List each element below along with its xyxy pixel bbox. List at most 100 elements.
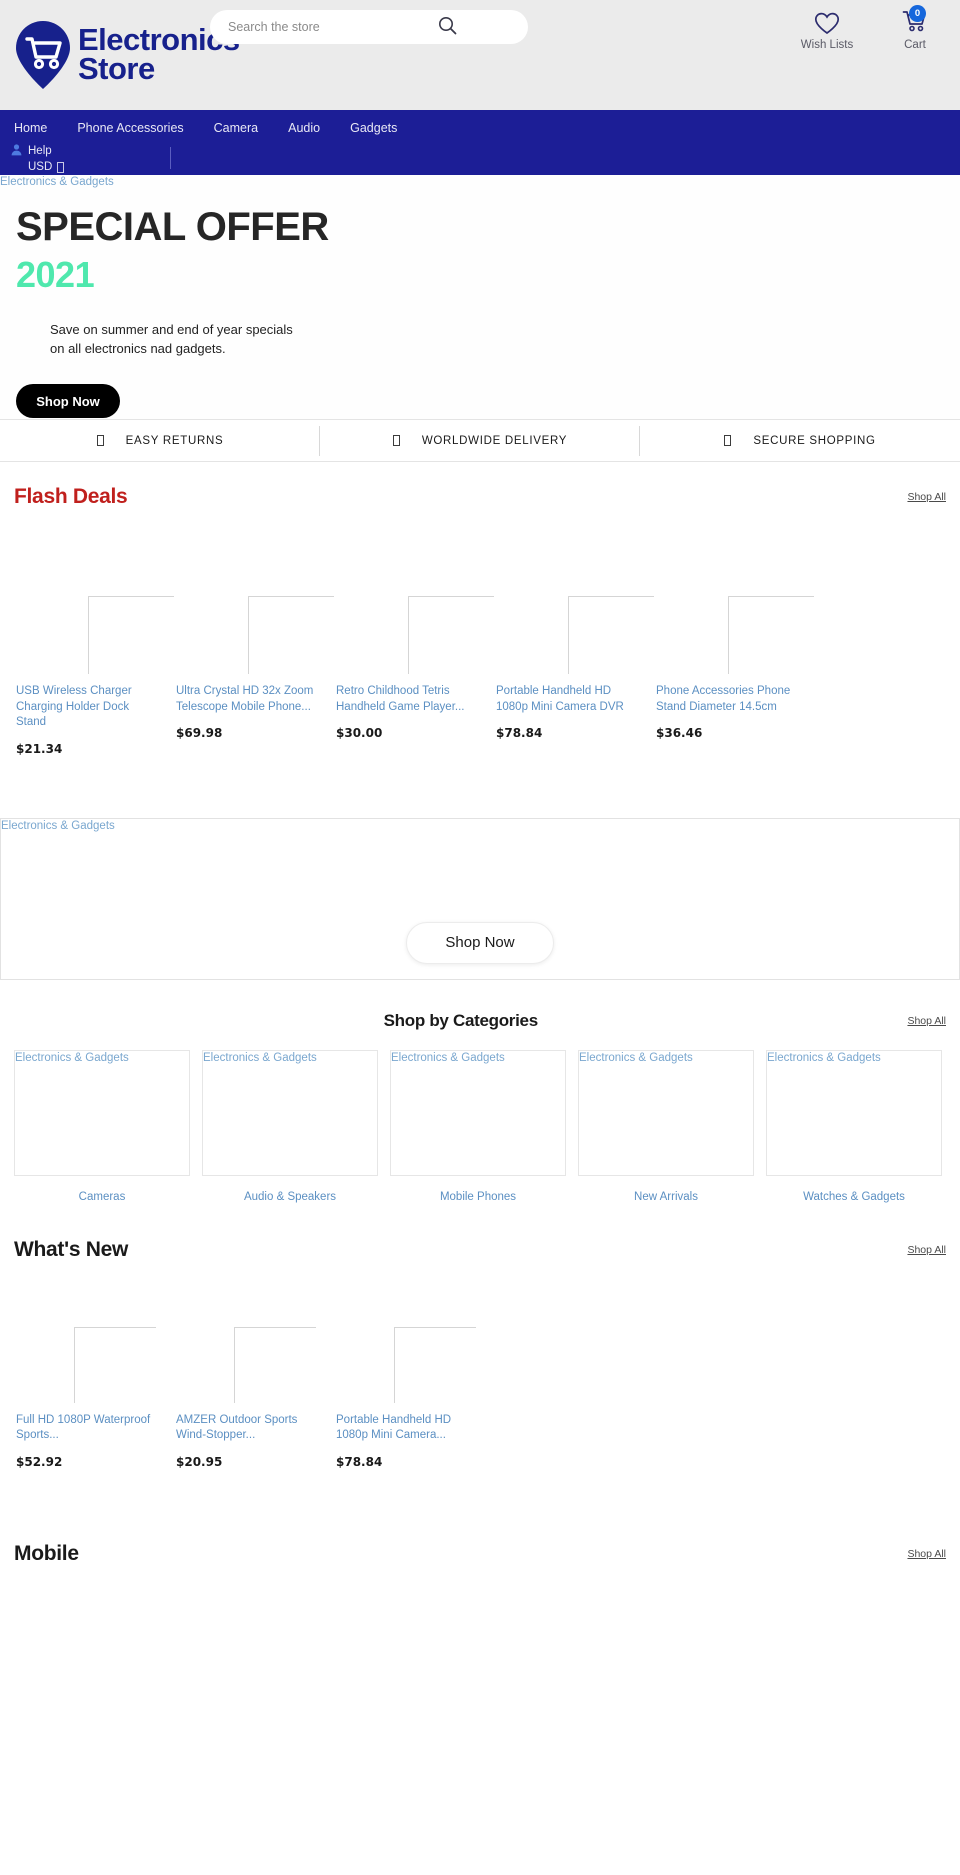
feature-secure-shopping: SECURE SHOPPING <box>640 420 960 462</box>
promo-banner: Electronics & Gadgets Shop Now <box>0 817 960 980</box>
product-card[interactable]: Full HD 1080P Waterproof Sports... $52.9… <box>8 1285 166 1469</box>
currency-label: USD <box>28 161 53 173</box>
hero-subtitle-line-1: Save on summer and end of year specials <box>50 322 293 337</box>
category-card[interactable]: Electronics & Gadgets Audio & Speakers <box>196 1049 384 1203</box>
product-price: $69.98 <box>176 726 223 740</box>
mobile-shop-all-link[interactable]: Shop All <box>907 1548 946 1560</box>
product-image-placeholder <box>16 1285 158 1403</box>
feature-label: SECURE SHOPPING <box>753 434 876 447</box>
currency-selector[interactable]: USD <box>28 161 65 173</box>
product-title[interactable]: Full HD 1080P Waterproof Sports... <box>16 1413 158 1444</box>
promo-shop-now-button[interactable]: Shop Now <box>406 921 554 964</box>
category-image-alt: Electronics & Gadgets <box>579 1051 693 1064</box>
flash-deals-shop-all-link[interactable]: Shop All <box>907 491 946 503</box>
nav-item-home[interactable]: Home <box>10 119 51 137</box>
product-image-placeholder <box>336 524 494 674</box>
cart-button[interactable]: 0 Cart <box>888 4 942 51</box>
product-card[interactable]: Phone Accessories Phone Stand Diameter 1… <box>648 524 814 756</box>
category-card[interactable]: Electronics & Gadgets Watches & Gadgets <box>760 1049 948 1203</box>
product-image-placeholder <box>496 524 654 674</box>
product-image-placeholder <box>176 524 334 674</box>
flash-deals-product-grid: USB Wireless Charger Charging Holder Doc… <box>0 524 960 756</box>
search-bar[interactable] <box>210 10 528 44</box>
product-card[interactable]: Ultra Crystal HD 32x Zoom Telescope Mobi… <box>168 524 334 756</box>
nav-item-gadgets[interactable]: Gadgets <box>346 119 401 137</box>
categories-title: Shop by Categories <box>383 1010 539 1030</box>
nav-item-camera[interactable]: Camera <box>210 119 262 137</box>
category-image-placeholder: Electronics & Gadgets <box>390 1049 566 1176</box>
category-label[interactable]: Watches & Gadgets <box>766 1191 942 1203</box>
nav-item-audio[interactable]: Audio <box>284 119 324 137</box>
product-title[interactable]: Retro Childhood Tetris Handheld Game Pla… <box>336 684 478 715</box>
feature-worldwide-delivery: WORLDWIDE DELIVERY <box>320 420 640 462</box>
hero-shop-now-button[interactable]: Shop Now <box>16 384 120 418</box>
flash-deals-header: Flash Deals Shop All <box>0 484 960 510</box>
categories-shop-all-link[interactable]: Shop All <box>907 1015 946 1027</box>
category-label[interactable]: Mobile Phones <box>390 1191 566 1203</box>
hero-year: 2021 <box>16 254 95 295</box>
map-pin-cart-logo-icon <box>14 19 72 91</box>
chevron-down-icon <box>57 161 65 173</box>
product-card[interactable]: Portable Handheld HD 1080p Mini Camera..… <box>328 1285 486 1469</box>
user-account-icon <box>10 143 23 159</box>
help-menu[interactable]: Help <box>10 143 64 159</box>
lock-secure-icon <box>724 435 732 446</box>
product-title[interactable]: Ultra Crystal HD 32x Zoom Telescope Mobi… <box>176 684 318 715</box>
product-title[interactable]: AMZER Outdoor Sports Wind-Stopper... <box>176 1413 318 1444</box>
category-image-alt: Electronics & Gadgets <box>203 1051 317 1064</box>
category-label[interactable]: New Arrivals <box>578 1191 754 1203</box>
whats-new-product-grid: Full HD 1080P Waterproof Sports... $52.9… <box>0 1285 960 1469</box>
category-image-alt: Electronics & Gadgets <box>15 1051 129 1064</box>
heart-icon <box>800 10 854 36</box>
flash-deals-title: Flash Deals <box>14 485 128 508</box>
search-button[interactable] <box>438 16 457 38</box>
site-header: Electronics Store Wish Lists <box>0 0 960 110</box>
logo-line-2: Store <box>78 51 155 86</box>
product-card[interactable]: USB Wireless Charger Charging Holder Doc… <box>8 524 174 756</box>
product-price: $78.84 <box>336 1454 383 1469</box>
product-card[interactable]: AMZER Outdoor Sports Wind-Stopper... $20… <box>168 1285 326 1469</box>
product-image-placeholder <box>656 524 814 674</box>
category-card[interactable]: Electronics & Gadgets Cameras <box>8 1049 196 1203</box>
product-card[interactable]: Retro Childhood Tetris Handheld Game Pla… <box>328 524 494 756</box>
nav-vertical-divider <box>170 147 171 169</box>
globe-delivery-icon <box>392 435 400 446</box>
product-card[interactable]: Portable Handheld HD 1080p Mini Camera D… <box>488 524 654 756</box>
site-logo[interactable]: Electronics Store <box>14 19 240 91</box>
categories-header: Shop by Categories Shop All <box>0 1008 960 1034</box>
category-image-alt: Electronics & Gadgets <box>391 1051 505 1064</box>
features-bar: EASY RETURNS WORLDWIDE DELIVERY SECURE S… <box>0 420 960 462</box>
category-label[interactable]: Audio & Speakers <box>202 1191 378 1203</box>
hero-image-alt: Electronics & Gadgets <box>0 176 114 188</box>
category-label[interactable]: Cameras <box>14 1191 190 1203</box>
product-image-placeholder <box>336 1285 478 1403</box>
wishlist-label: Wish Lists <box>800 39 854 51</box>
main-navigation: Home Phone Accessories Camera Audio Gadg… <box>0 110 960 175</box>
product-title[interactable]: Phone Accessories Phone Stand Diameter 1… <box>656 684 798 715</box>
category-card[interactable]: Electronics & Gadgets Mobile Phones <box>384 1049 572 1203</box>
feature-label: WORLDWIDE DELIVERY <box>421 434 568 447</box>
product-title[interactable]: USB Wireless Charger Charging Holder Doc… <box>16 684 158 731</box>
search-icon <box>438 16 457 38</box>
category-image-placeholder: Electronics & Gadgets <box>766 1049 942 1176</box>
product-title[interactable]: Portable Handheld HD 1080p Mini Camera..… <box>336 1413 478 1444</box>
nav-item-phone-accessories[interactable]: Phone Accessories <box>73 119 187 137</box>
category-card[interactable]: Electronics & Gadgets New Arrivals <box>572 1049 760 1203</box>
feature-label: EASY RETURNS <box>125 434 224 447</box>
category-image-placeholder: Electronics & Gadgets <box>14 1049 190 1176</box>
hero-title: SPECIAL OFFER <box>16 205 329 249</box>
cart-count-badge: 0 <box>909 4 926 22</box>
category-image-placeholder: Electronics & Gadgets <box>578 1049 754 1176</box>
return-icon <box>96 435 104 446</box>
categories-grid: Electronics & Gadgets Cameras Electronic… <box>0 1049 960 1203</box>
help-label: Help <box>28 145 52 157</box>
product-image-placeholder <box>16 524 174 674</box>
whats-new-title: What's New <box>14 1237 129 1261</box>
product-title[interactable]: Portable Handheld HD 1080p Mini Camera D… <box>496 684 638 715</box>
category-image-placeholder: Electronics & Gadgets <box>202 1049 378 1176</box>
whats-new-shop-all-link[interactable]: Shop All <box>907 1244 946 1256</box>
nav-utility-row: Help USD <box>0 143 960 173</box>
search-input[interactable] <box>210 12 430 42</box>
hero-subtitle: Save on summer and end of year specials … <box>50 320 960 358</box>
wishlist-button[interactable]: Wish Lists <box>800 10 854 51</box>
